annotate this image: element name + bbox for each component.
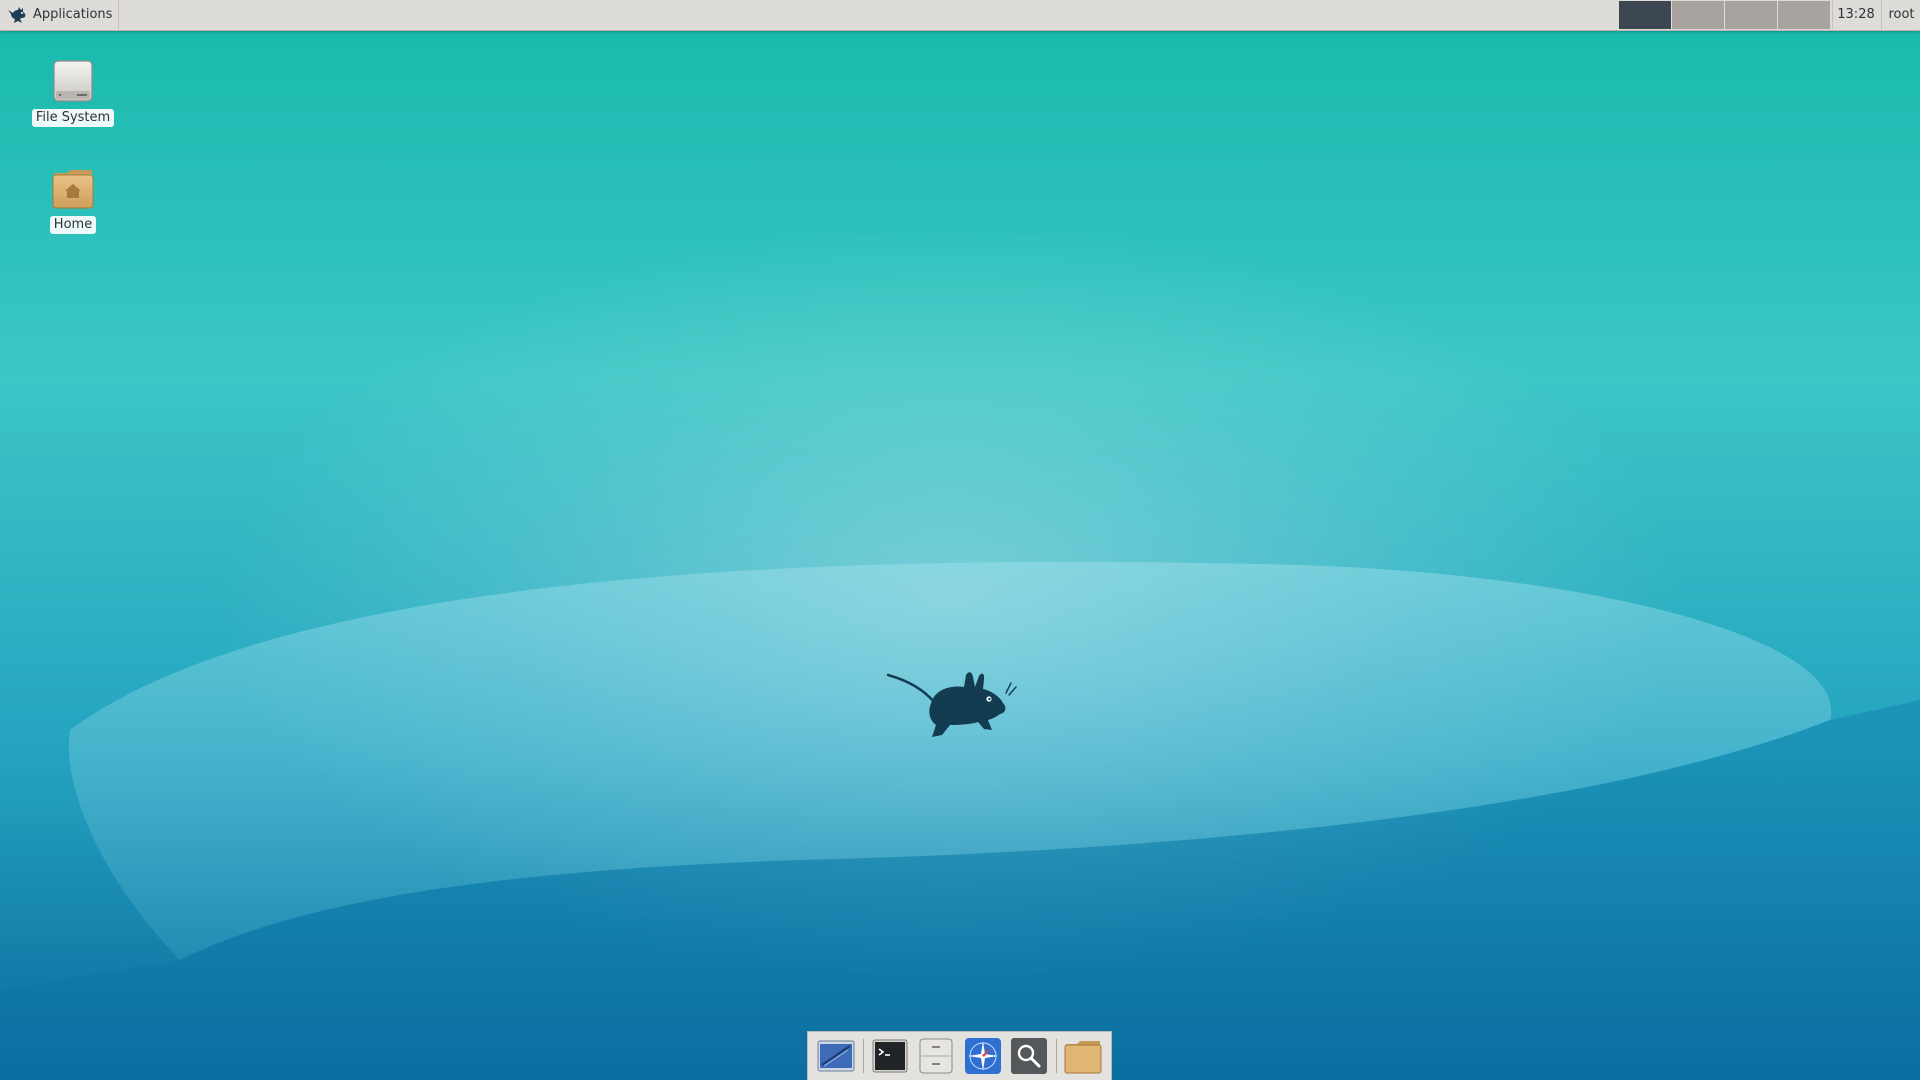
show-desktop-icon — [817, 1040, 855, 1072]
folder-icon — [1064, 1041, 1102, 1074]
workspace-1[interactable] — [1619, 1, 1671, 29]
desktop-icon-file-system[interactable]: File System — [28, 58, 118, 127]
dock-panel — [807, 1031, 1112, 1080]
file-manager-button[interactable] — [916, 1035, 957, 1077]
show-desktop-button[interactable] — [816, 1035, 857, 1077]
applications-menu-button[interactable]: Applications — [0, 0, 120, 29]
terminal-icon — [872, 1039, 908, 1073]
dock-separator — [1055, 1039, 1057, 1073]
desktop-icon-label: File System — [31, 109, 115, 127]
desktop[interactable]: Applications 13:28 root File System Home — [0, 0, 1920, 1080]
dock-separator — [862, 1039, 864, 1073]
xfce-mouse-icon — [8, 6, 26, 23]
user-menu[interactable]: root — [1881, 0, 1920, 29]
applications-menu-label: Applications — [33, 7, 113, 22]
web-browser-button[interactable] — [963, 1035, 1004, 1077]
workspace-3[interactable] — [1725, 1, 1777, 29]
terminal-button[interactable] — [869, 1035, 910, 1077]
workspace-switcher[interactable] — [1619, 1, 1831, 29]
desktop-icon-home[interactable]: Home — [28, 165, 118, 234]
workspace-2[interactable] — [1672, 1, 1724, 29]
drive-icon — [53, 60, 93, 102]
top-panel: Applications 13:28 root — [0, 0, 1920, 31]
file-manager-icon — [919, 1038, 953, 1074]
folder-button[interactable] — [1063, 1035, 1104, 1077]
wallpaper — [0, 0, 1920, 1080]
panel-clock[interactable]: 13:28 — [1832, 0, 1879, 29]
home-folder-icon — [52, 170, 94, 209]
app-finder-button[interactable] — [1009, 1035, 1050, 1077]
workspace-4[interactable] — [1778, 1, 1830, 29]
app-finder-search-icon — [1011, 1038, 1048, 1074]
desktop-icon-label: Home — [49, 216, 97, 234]
xfce-mouse-logo — [886, 672, 1017, 737]
web-browser-icon — [964, 1038, 1001, 1074]
